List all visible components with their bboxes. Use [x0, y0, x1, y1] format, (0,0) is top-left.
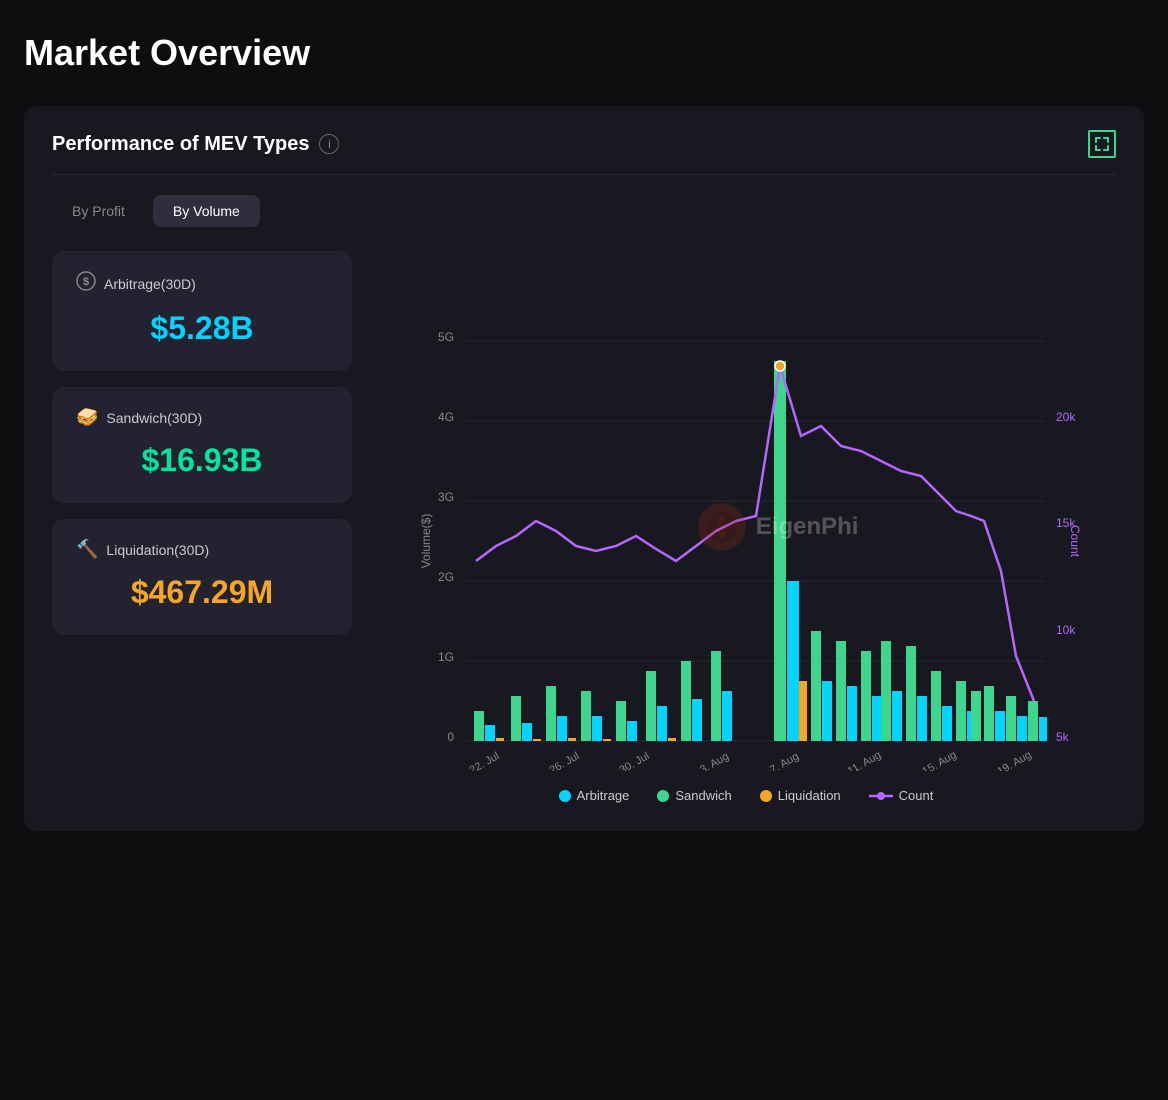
liquidation-label-row: 🔨 Liquidation(30D) — [76, 539, 328, 560]
legend-count: Count — [869, 788, 934, 803]
svg-text:30. Jul: 30. Jul — [617, 750, 651, 771]
svg-text:4G: 4G — [438, 410, 454, 424]
chart-area: EigenPhi 0 1G 2G 3G 4G 5G Volume($) 5k 1… — [376, 251, 1116, 803]
info-icon[interactable]: i — [319, 134, 339, 154]
tab-by-profit[interactable]: By Profit — [52, 195, 145, 227]
legend-sandwich: Sandwich — [657, 788, 731, 803]
tab-bar: By Profit By Volume — [52, 195, 1116, 227]
svg-text:2G: 2G — [438, 570, 454, 584]
chart-legend: Arbitrage Sandwich Liquidation Count — [376, 788, 1116, 803]
arbitrage-metric: $ Arbitrage(30D) $5.28B — [52, 251, 352, 371]
spike-dot — [775, 361, 785, 371]
arbitrage-icon: $ — [76, 271, 96, 296]
legend-arbitrage: Arbitrage — [559, 788, 630, 803]
bar-sandwich — [474, 711, 484, 741]
liquidation-icon: 🔨 — [76, 539, 98, 560]
svg-text:11. Aug: 11. Aug — [846, 749, 884, 771]
svg-text:7. Aug: 7. Aug — [768, 750, 801, 771]
svg-text:0: 0 — [447, 730, 454, 744]
chart-svg: 0 1G 2G 3G 4G 5G Volume($) 5k 10k 15k 20… — [376, 251, 1116, 771]
metrics-column: $ Arbitrage(30D) $5.28B 🥪 Sandwich(30D) … — [52, 251, 352, 803]
arbitrage-label: Arbitrage(30D) — [104, 276, 196, 292]
legend-count-line-svg — [869, 790, 893, 802]
svg-text:$: $ — [83, 276, 89, 288]
legend-liquidation: Liquidation — [760, 788, 841, 803]
panel-header: Performance of MEV Types i — [52, 130, 1116, 175]
svg-text:26. Jul: 26. Jul — [547, 750, 581, 771]
svg-text:19. Aug: 19. Aug — [995, 749, 1033, 771]
legend-count-label: Count — [899, 788, 934, 803]
svg-text:3G: 3G — [438, 490, 454, 504]
mev-panel: Performance of MEV Types i By Profit By … — [24, 106, 1144, 831]
sandwich-metric: 🥪 Sandwich(30D) $16.93B — [52, 387, 352, 503]
legend-arbitrage-dot — [559, 790, 571, 802]
svg-text:Count: Count — [1068, 525, 1082, 558]
legend-liquidation-dot — [760, 790, 772, 802]
bar-arb — [485, 725, 495, 741]
count-line — [476, 366, 1034, 701]
bar-liq — [496, 738, 504, 741]
sandwich-icon: 🥪 — [76, 407, 98, 428]
svg-text:5G: 5G — [438, 330, 454, 344]
svg-text:1G: 1G — [438, 650, 454, 664]
sandwich-value: $16.93B — [76, 442, 328, 479]
svg-text:10k: 10k — [1056, 623, 1076, 637]
title-row: Performance of MEV Types i — [52, 133, 339, 156]
expand-icon[interactable] — [1088, 130, 1116, 158]
legend-sandwich-label: Sandwich — [675, 788, 731, 803]
svg-text:22. Jul: 22. Jul — [467, 750, 501, 771]
tab-by-volume[interactable]: By Volume — [153, 195, 260, 227]
legend-arbitrage-label: Arbitrage — [577, 788, 630, 803]
arbitrage-label-row: $ Arbitrage(30D) — [76, 271, 328, 296]
arbitrage-value: $5.28B — [76, 310, 328, 347]
page-title: Market Overview — [24, 32, 1144, 74]
svg-text:3. Aug: 3. Aug — [698, 750, 731, 771]
liquidation-value: $467.29M — [76, 574, 328, 611]
panel-title: Performance of MEV Types — [52, 133, 309, 156]
liquidation-metric: 🔨 Liquidation(30D) $467.29M — [52, 519, 352, 635]
legend-sandwich-dot — [657, 790, 669, 802]
content-area: $ Arbitrage(30D) $5.28B 🥪 Sandwich(30D) … — [52, 251, 1116, 803]
svg-text:5k: 5k — [1056, 730, 1070, 744]
svg-text:Volume($): Volume($) — [419, 514, 433, 569]
legend-liquidation-label: Liquidation — [778, 788, 841, 803]
svg-text:20k: 20k — [1056, 410, 1076, 424]
sandwich-label-row: 🥪 Sandwich(30D) — [76, 407, 328, 428]
sandwich-label: Sandwich(30D) — [106, 410, 202, 426]
svg-text:15. Aug: 15. Aug — [920, 749, 958, 771]
liquidation-label: Liquidation(30D) — [106, 542, 209, 558]
